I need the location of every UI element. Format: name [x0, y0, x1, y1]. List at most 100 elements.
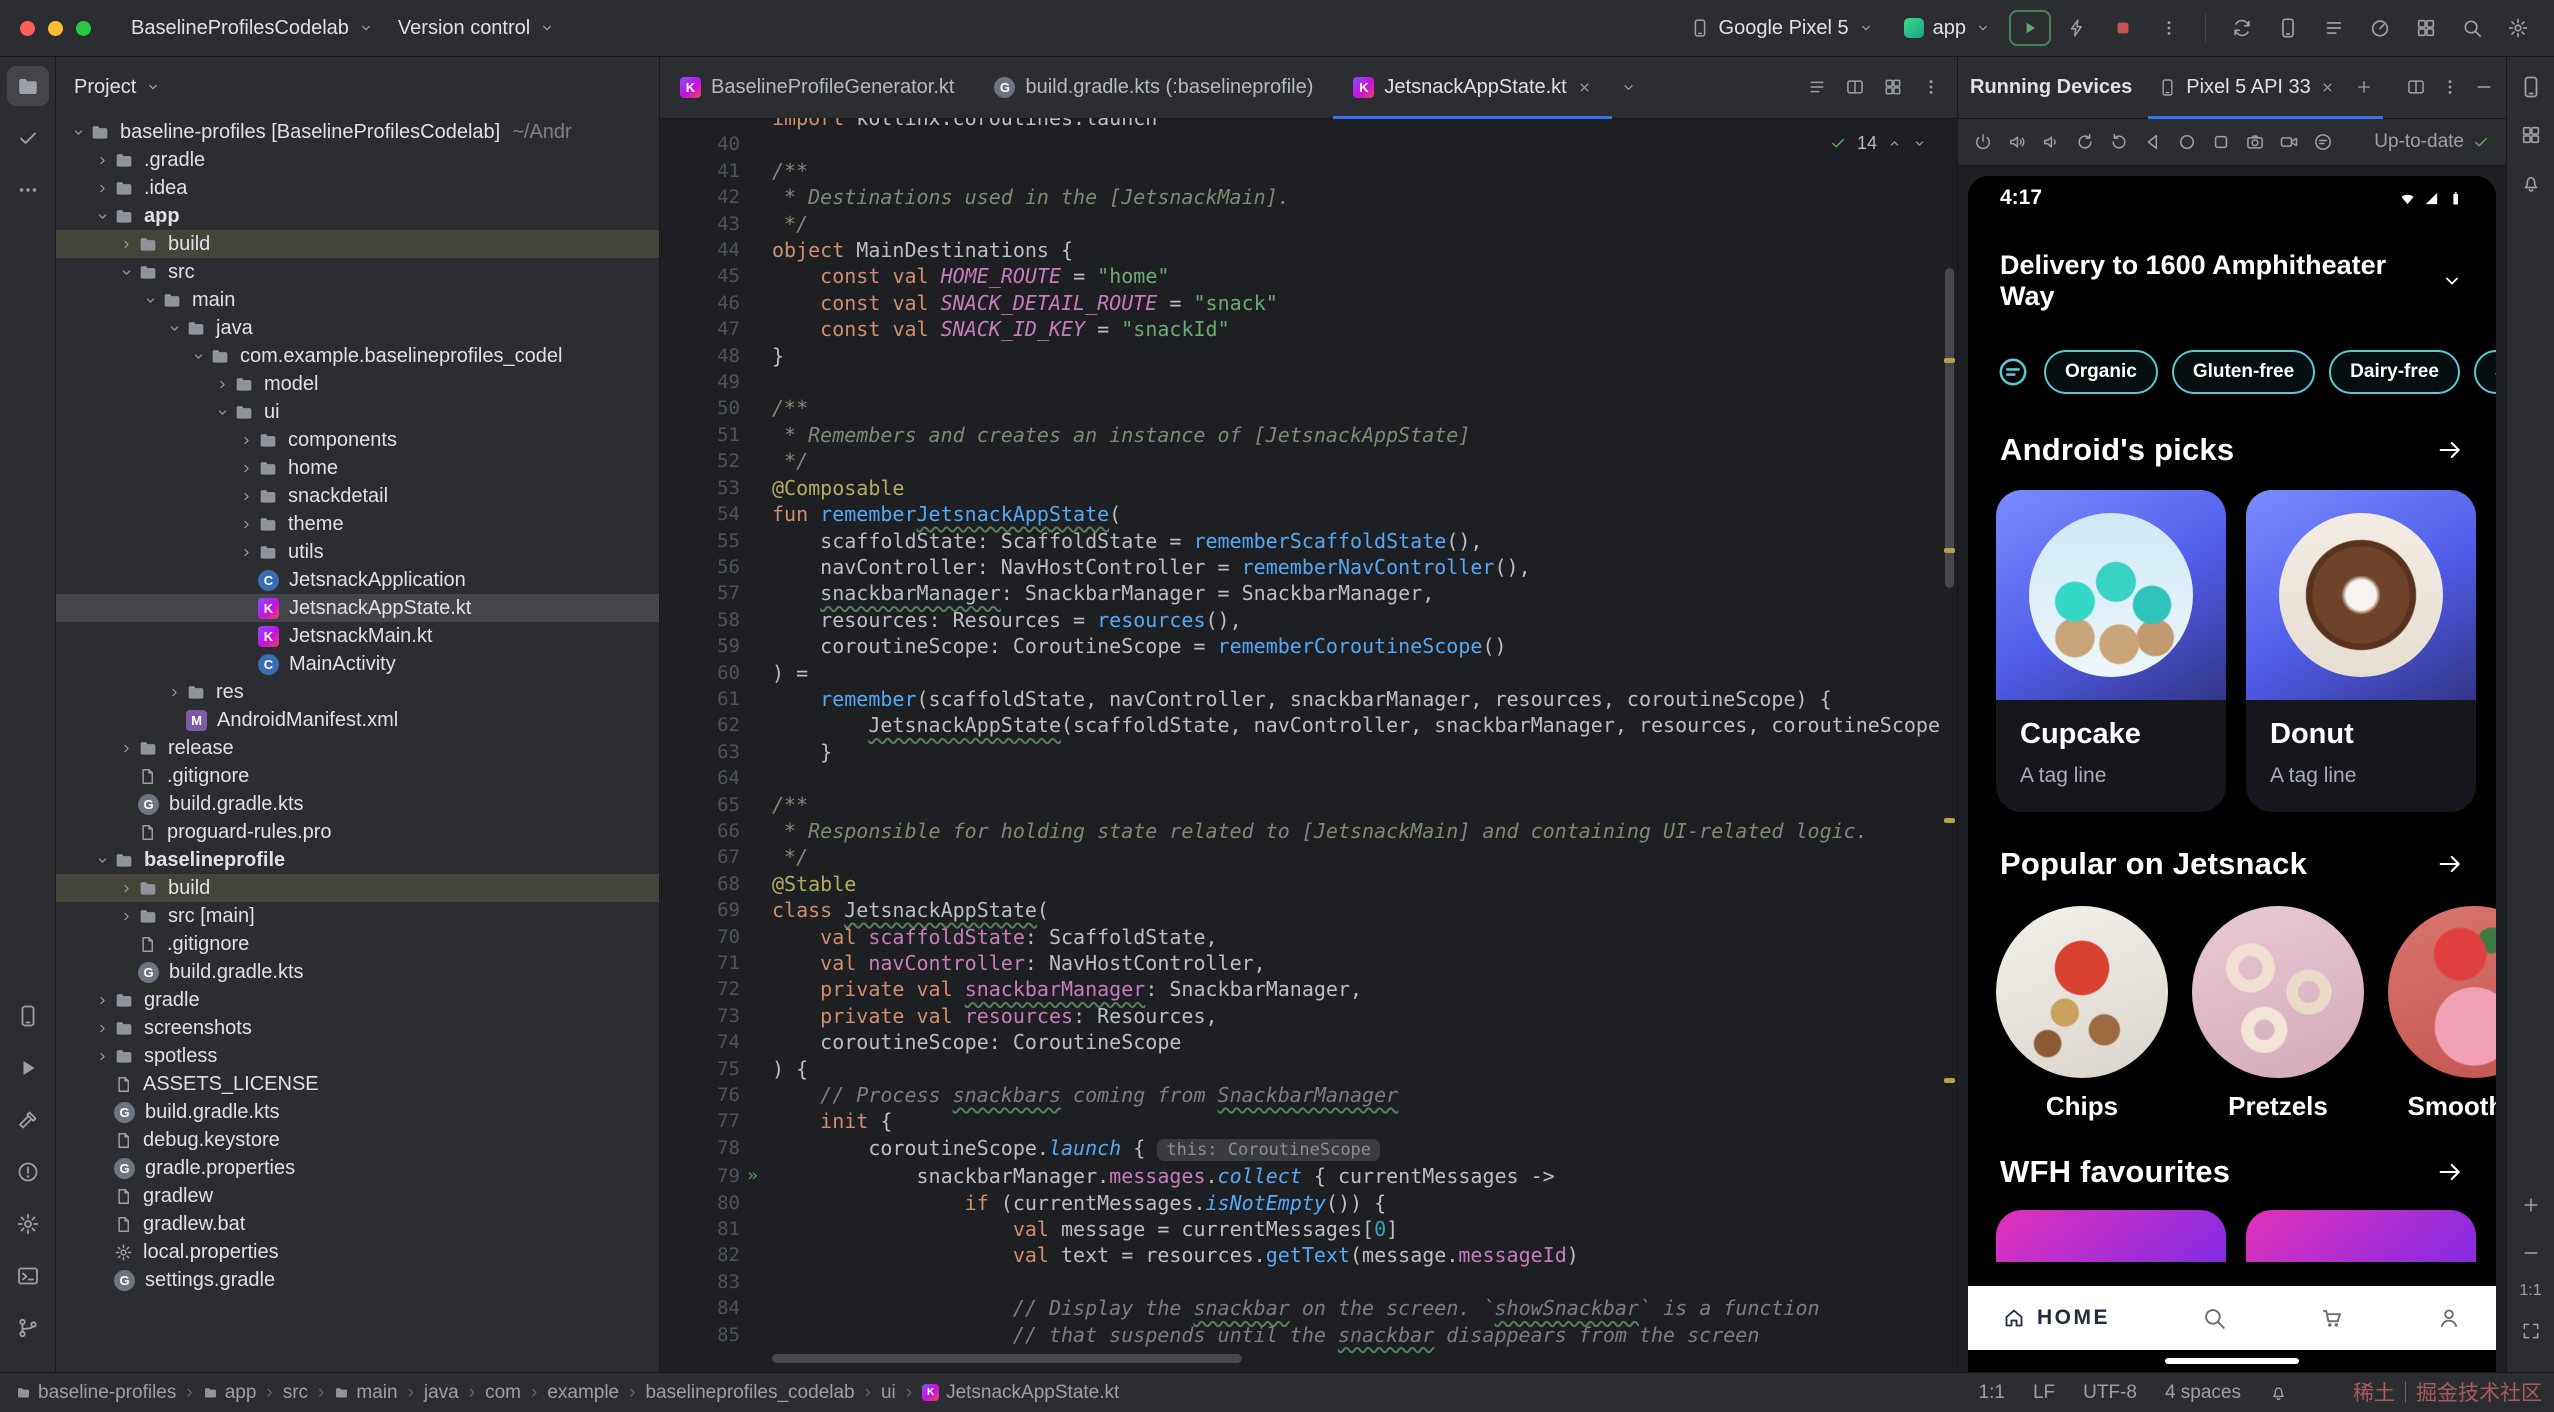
status-item-utf-8[interactable]: UTF-8 [2083, 1382, 2137, 1404]
breadcrumb-baseline-profiles[interactable]: baseline-profiles [16, 1382, 176, 1404]
next-problem-icon[interactable] [1912, 136, 1927, 151]
zoom-out-button[interactable] [2512, 1234, 2550, 1272]
chevron-right-icon[interactable] [234, 433, 258, 448]
vertical-scrollbar[interactable] [1945, 268, 1954, 588]
status-item-1-1[interactable]: 1:1 [1979, 1382, 2005, 1404]
tree-item-gitignore[interactable]: .gitignore [56, 930, 659, 958]
chevron-right-icon[interactable] [114, 237, 138, 252]
project-tool-button[interactable] [6, 66, 49, 106]
build-tool-button[interactable] [7, 1100, 49, 1140]
status-item-4-spaces[interactable]: 4 spaces [2165, 1382, 2241, 1404]
profile-icon[interactable] [2436, 1305, 2462, 1331]
search-icon[interactable] [2201, 1305, 2227, 1331]
hidden-tabs-icon[interactable] [1620, 79, 1637, 96]
breadcrumb-app[interactable]: app [203, 1382, 256, 1404]
editor-list-icon[interactable] [1807, 77, 1827, 97]
snack-circle-smoothies[interactable]: Smoothies [2388, 906, 2496, 1122]
horizontal-scrollbar[interactable] [772, 1354, 1242, 1363]
editor-tab-baselineprofilegenerator-kt[interactable]: K BaselineProfileGenerator.kt [660, 56, 974, 118]
commit-tool-button[interactable] [7, 118, 49, 158]
tree-item-java[interactable]: java [56, 314, 659, 342]
tree-item-settings-gradle[interactable]: Gsettings.gradle [56, 1266, 659, 1294]
filters-icon[interactable] [1996, 355, 2030, 389]
tree-item-components[interactable]: components [56, 426, 659, 454]
chevron-right-icon[interactable] [234, 489, 258, 504]
sdk-manager-button[interactable] [2406, 9, 2446, 47]
volume-up-button[interactable] [2000, 124, 2034, 160]
device-explorer-tool-button[interactable] [7, 996, 49, 1036]
volume-down-button[interactable] [2034, 124, 2068, 160]
chevron-right-icon[interactable] [90, 1049, 114, 1064]
chevron-right-icon[interactable] [234, 517, 258, 532]
version-control-tool-button[interactable] [7, 1308, 49, 1348]
vcs-widget[interactable]: Version control [386, 10, 567, 47]
problems-tool-button[interactable] [7, 1152, 49, 1192]
tree-item-build[interactable]: build [56, 230, 659, 258]
tree-item-gradlew[interactable]: gradlew [56, 1182, 659, 1210]
tree-item-ui[interactable]: ui [56, 398, 659, 426]
tree-item-com-example-baselineprofiles-codel[interactable]: com.example.baselineprofiles_codel [56, 342, 659, 370]
stop-button[interactable] [2103, 9, 2143, 47]
warning-stripe-mark[interactable] [1944, 1078, 1955, 1083]
tree-item-jetsnackmain-kt[interactable]: K JetsnackMain.kt [56, 622, 659, 650]
tree-item-build-gradle-kts[interactable]: Gbuild.gradle.kts [56, 790, 659, 818]
tree-item-debug-keystore[interactable]: debug.keystore [56, 1126, 659, 1154]
chevron-right-icon[interactable] [90, 1021, 114, 1036]
chevron-down-icon[interactable] [186, 349, 210, 364]
close-window-icon[interactable] [20, 20, 35, 36]
chevron-down-icon[interactable] [162, 321, 186, 336]
tree-item-theme[interactable]: theme [56, 510, 659, 538]
services-tool-button[interactable] [7, 1204, 49, 1244]
minimize-window-icon[interactable] [48, 20, 63, 36]
warning-stripe-mark[interactable] [1944, 548, 1955, 553]
chevron-right-icon[interactable] [114, 909, 138, 924]
breadcrumb-baselineprofiles-codelab[interactable]: baselineprofiles_codelab [645, 1382, 854, 1404]
chevron-down-icon[interactable] [138, 293, 162, 308]
run-configuration[interactable]: app [1892, 10, 2003, 47]
rotate-left-button[interactable] [2068, 124, 2102, 160]
screenshot-button[interactable] [2238, 124, 2272, 160]
delivery-selector[interactable]: Delivery to 1600 Amphitheater Way [1968, 220, 2496, 322]
tree-item-utils[interactable]: utils [56, 538, 659, 566]
cart-icon[interactable] [2319, 1305, 2345, 1331]
tree-item-src[interactable]: src [56, 258, 659, 286]
status-item-lf[interactable]: LF [2033, 1382, 2055, 1404]
record-button[interactable] [2272, 124, 2306, 160]
tree-item-androidmanifest-xml[interactable]: M AndroidManifest.xml [56, 706, 659, 734]
breadcrumb-jetsnackappstate-kt[interactable]: K JetsnackAppState.kt [922, 1382, 1119, 1404]
split-panel-icon[interactable] [2406, 77, 2426, 97]
chevron-right-icon[interactable] [210, 377, 234, 392]
snack-circle-pretzels[interactable]: Pretzels [2192, 906, 2364, 1122]
tree-item-jetsnackapplication[interactable]: C JetsnackApplication [56, 566, 659, 594]
chevron-right-icon[interactable] [234, 461, 258, 476]
tree-item-gradle-properties[interactable]: Ggradle.properties [56, 1154, 659, 1182]
kebab-icon[interactable] [2440, 77, 2460, 97]
breadcrumb-src[interactable]: src [283, 1382, 308, 1404]
arrow-right-icon[interactable] [2436, 1158, 2464, 1186]
tree-item-gitignore[interactable]: .gitignore [56, 762, 659, 790]
chevron-down-icon[interactable] [114, 265, 138, 280]
emulator-screen[interactable]: 4:17 Delivery to 1600 Amphitheater Way O… [1968, 176, 2496, 1372]
filter-pill-organic[interactable]: Organic [2044, 350, 2158, 394]
tree-item-main[interactable]: main [56, 286, 659, 314]
layout-inspector-strip-button[interactable] [2512, 116, 2550, 154]
editor-tab-jetsnackappstate-kt[interactable]: K JetsnackAppState.kt [1333, 56, 1613, 119]
notifications-strip-button[interactable] [2512, 164, 2550, 202]
tree-item-model[interactable]: model [56, 370, 659, 398]
tree-item-idea[interactable]: .idea [56, 174, 659, 202]
tree-item-app[interactable]: app [56, 202, 659, 230]
zoom-in-button[interactable] [2512, 1186, 2550, 1224]
tree-item-gradlew-bat[interactable]: gradlew.bat [56, 1210, 659, 1238]
chevron-right-icon[interactable] [234, 545, 258, 560]
more-tool-windows-tool-button[interactable] [7, 170, 49, 210]
tree-item-jetsnackappstate-kt[interactable]: K JetsnackAppState.kt [56, 594, 659, 622]
prev-problem-icon[interactable] [1887, 136, 1902, 151]
editor-options-icon[interactable] [1921, 77, 1941, 97]
zoom-reset-button[interactable]: 1:1 [2519, 1282, 2541, 1300]
tree-item-gradle[interactable]: .gradle [56, 146, 659, 174]
tree-item-snackdetail[interactable]: snackdetail [56, 482, 659, 510]
chevron-down-icon[interactable] [210, 405, 234, 420]
tree-item-src-main[interactable]: src [main] [56, 902, 659, 930]
editor-tab-build-gradle-kts-baselineprofile[interactable]: Gbuild.gradle.kts (:baselineprofile) [974, 56, 1333, 118]
wfh-card[interactable] [2246, 1210, 2476, 1262]
